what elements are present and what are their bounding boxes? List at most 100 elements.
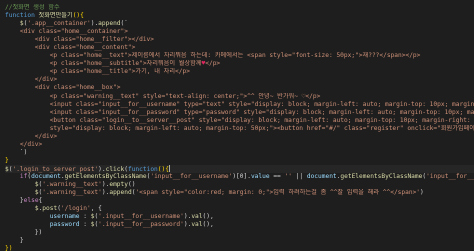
code-line[interactable]: <div class="home__content"> [5,44,474,52]
code-line[interactable]: <p class="home__subtitle">자리뭐음이 월상함께♥</p… [5,60,474,68]
code-line[interactable]: }) [5,229,474,237]
code-token: () [127,181,136,189]
code-token: else [23,197,39,205]
code-token: <p class="home__subtitle">자리뭐음이 월상함께 [5,60,202,68]
code-token: (){ [157,165,169,173]
code-line[interactable]: $('.login_to_server_post').click(functio… [5,164,474,173]
code-token: <p class="home__text">제이름에서 자리뭐음 하는데: 카메… [5,52,421,60]
code-token: { [38,197,43,205]
code-token: <div class="home__content"> [5,44,136,52]
code-token: password [49,221,80,229]
code-token: <p class="warning__text" style="text-ali… [5,92,321,100]
code-line[interactable]: </div> [5,133,474,141]
code-token: '.login_to_server_post' [12,165,99,173]
code-token: document [306,172,337,180]
code-token: } [5,197,24,205]
code-token: <input class="input__for__password" type… [5,108,474,116]
code-line[interactable]: <input class="input__for__username" type… [5,101,474,109]
code-token: '.warning__text' [42,189,102,197]
code-token: (), [202,213,214,221]
code-line[interactable]: <p class="home__title">가기, 내 자리</p> [5,68,474,76]
code-line[interactable]: </div> [5,141,474,149]
code-line[interactable]: username : $('.input__for__username').va… [5,213,474,221]
code-token: 첫화면만들기 [38,12,73,20]
code-token: } [5,156,9,164]
code-token: }) [5,245,13,251]
code-line[interactable]: }else{ [5,197,474,205]
code-line[interactable]: password : $('.input__for__password').va… [5,221,474,229]
code-line[interactable]: }) [5,245,474,251]
code-line[interactable]: <div class="home__box"> [5,84,474,92]
code-token: , { [90,205,102,213]
code-token: append [98,20,121,28]
code-token: }) [5,229,43,237]
code-token: document [31,172,61,180]
code-token: '<span style="color:red; margin: 0;">입력 … [135,189,421,197]
code-token: </div> [5,76,58,84]
code-token: username [49,213,80,221]
code-token: //첫화면 생성 함수 [5,4,60,11]
code-line[interactable]: </div> [5,76,474,84]
code-line[interactable]: style="display: block; margin-left: auto… [5,125,474,133]
code-line[interactable]: $('.warning__text').empty() [5,181,474,189]
code-token: `) [5,148,28,156]
code-token: empty [109,181,128,189]
code-token: '.app__container' [27,20,91,28]
code-line[interactable]: } [5,237,474,245]
code-token: function [5,12,39,20]
code-token: <div class="home__container"> [5,28,128,36]
code-token: getElementsByClassName [340,172,423,180]
code-line[interactable]: <div class="home__container"> [5,28,474,36]
code-area[interactable]: //첫화면 생성 함수 function 첫화면만들기(){ $('.app__c… [5,4,474,251]
code-token: post [42,205,58,213]
code-line[interactable]: if(document.getElementsByClassName('inpu… [5,173,474,181]
code-token: </div> [5,140,43,148]
code-token: (){ [72,12,84,20]
code-line[interactable]: $('.warning__text').append('<span style=… [5,189,474,197]
code-line[interactable]: <p class="warning__text" style="text-ali… [5,93,474,101]
code-token: </p> [205,60,221,68]
code-token: '' [284,172,292,180]
code-line[interactable]: //첫화면 생성 함수 [5,4,474,12]
code-line[interactable]: <p class="home__text">제이름에서 자리뭐음 하는데: 카메… [5,52,474,60]
code-token: 'input__for__password' [426,172,474,180]
code-token: getElementsByClassName [64,172,147,180]
code-token: 'input__for__username' [150,172,233,180]
code-token: ) [420,189,424,197]
code-token: )[0]. [232,172,251,180]
code-token: <div class="home__box"> [5,84,121,92]
code-line[interactable]: } [5,157,474,165]
code-token: } [5,237,24,245]
code-line[interactable]: <button class="login__to__server__post" … [5,117,474,125]
code-token: style="display: block; margin-left: auto… [5,124,474,132]
code-token: <div class="home__filter"></div> [5,36,155,44]
code-token: (` [120,20,128,28]
code-line[interactable]: function 첫화면만들기(){ [5,12,474,20]
code-line[interactable]: $('.app__container').append(` [5,20,474,28]
code-token: </div> [5,132,58,140]
code-token: <p class="home__title">가기, 내 자리</p> [5,68,190,76]
code-line[interactable]: `) [5,149,474,157]
code-line[interactable]: <div class="home__filter"></div> [5,36,474,44]
code-token: val [191,221,203,229]
code-token: ). [98,165,106,173]
code-token: function [127,165,158,173]
code-token: val [191,213,203,221]
code-line[interactable]: $.post('/login', { [5,205,474,213]
code-editor[interactable]: //첫화면 생성 함수 function 첫화면만들기(){ $('.app__c… [0,0,474,251]
code-token: : [79,221,91,229]
code-token: '.warning__text' [42,181,102,189]
code-token: value [250,172,270,180]
code-token: '.input__for__username' [98,213,184,221]
code-token: append [109,189,132,197]
code-token: : [79,213,91,221]
text-cursor [168,164,170,172]
code-token: '/login' [60,205,91,213]
code-line[interactable]: <input class="input__for__password" type… [5,109,474,117]
